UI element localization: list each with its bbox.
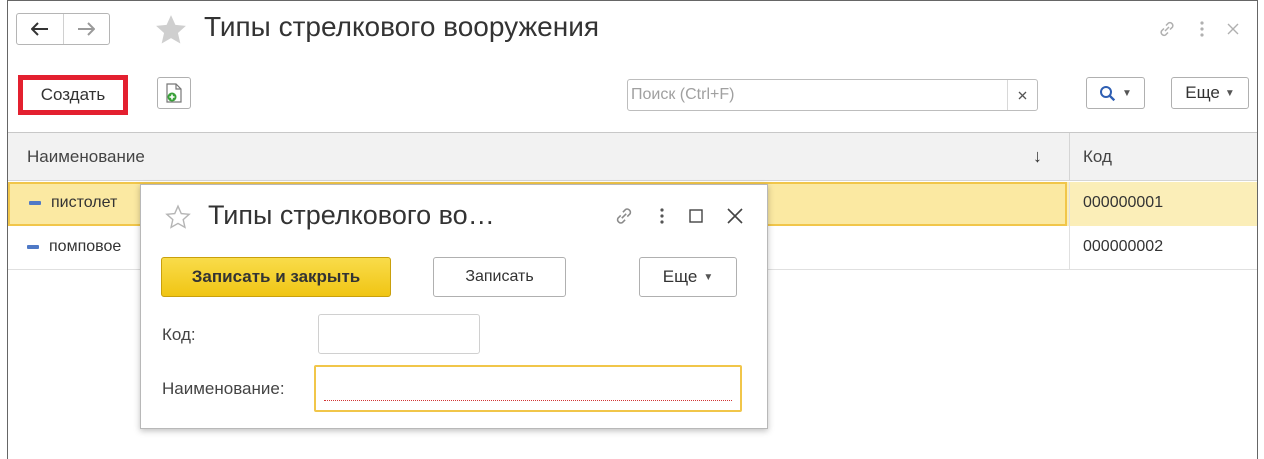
dialog-more-label: Еще xyxy=(662,267,698,286)
column-header-name[interactable]: Наименование xyxy=(27,147,145,167)
table-header: Наименование ↓ Код xyxy=(8,133,1257,181)
name-field-label: Наименование: xyxy=(162,379,285,398)
more-vertical-icon[interactable] xyxy=(1199,20,1205,38)
dialog-more-button[interactable]: Еще ▼ xyxy=(639,257,737,297)
row-code: 000000001 xyxy=(1083,194,1164,211)
link-icon[interactable] xyxy=(1157,19,1177,39)
column-divider xyxy=(1069,226,1070,270)
maximize-icon[interactable] xyxy=(689,209,703,223)
name-field[interactable] xyxy=(314,365,742,412)
search-button[interactable]: ▼ xyxy=(1086,77,1145,109)
search-icon xyxy=(1100,85,1116,101)
forward-arrow-icon xyxy=(78,22,96,36)
back-arrow-icon xyxy=(30,22,48,36)
star-icon[interactable] xyxy=(154,13,188,47)
code-field-label: Код: xyxy=(162,325,196,344)
save-and-close-button[interactable]: Записать и закрыть xyxy=(161,257,391,297)
dialog-title: Типы стрелкового во… xyxy=(208,200,495,230)
page-title: Типы стрелкового вооружения xyxy=(204,11,600,42)
back-button[interactable] xyxy=(17,14,63,44)
create-item-dialog: Типы стрелкового во… Записать и закрыть … xyxy=(140,184,768,429)
code-field[interactable] xyxy=(318,314,480,354)
row-name: пистолет xyxy=(51,194,118,211)
close-icon[interactable] xyxy=(1227,23,1239,35)
search-box xyxy=(627,79,1038,111)
row-code: 000000002 xyxy=(1083,238,1164,255)
create-button[interactable]: Создать xyxy=(18,75,128,115)
more-button-label: Еще xyxy=(1185,83,1220,102)
navigation-buttons xyxy=(16,13,110,45)
column-divider xyxy=(1069,133,1070,180)
search-clear-button[interactable] xyxy=(1007,80,1037,110)
search-input[interactable] xyxy=(631,83,1001,107)
dialog-controls xyxy=(613,205,743,227)
star-outline-icon[interactable] xyxy=(165,204,191,230)
save-button[interactable]: Записать xyxy=(433,257,566,297)
copy-add-icon xyxy=(166,83,182,103)
chevron-down-icon: ▼ xyxy=(1224,87,1235,99)
more-vertical-icon[interactable] xyxy=(659,207,665,225)
column-header-code[interactable]: Код xyxy=(1083,147,1112,167)
window-controls xyxy=(1157,19,1239,39)
column-divider xyxy=(1069,182,1070,226)
chevron-down-icon: ▼ xyxy=(1122,87,1132,99)
copy-button[interactable] xyxy=(157,77,191,109)
sort-arrow-icon[interactable]: ↓ xyxy=(1033,146,1042,167)
element-marker-icon xyxy=(29,201,41,205)
close-icon[interactable] xyxy=(727,208,743,224)
create-button-label: Создать xyxy=(40,85,106,104)
row-name: помповое xyxy=(49,238,122,255)
forward-button[interactable] xyxy=(62,14,110,44)
link-icon[interactable] xyxy=(613,205,635,227)
element-marker-icon xyxy=(27,245,39,249)
more-button[interactable]: Еще ▼ xyxy=(1171,77,1249,109)
clear-icon xyxy=(1018,91,1027,99)
required-field-underline xyxy=(324,400,732,401)
chevron-down-icon: ▼ xyxy=(703,271,714,283)
